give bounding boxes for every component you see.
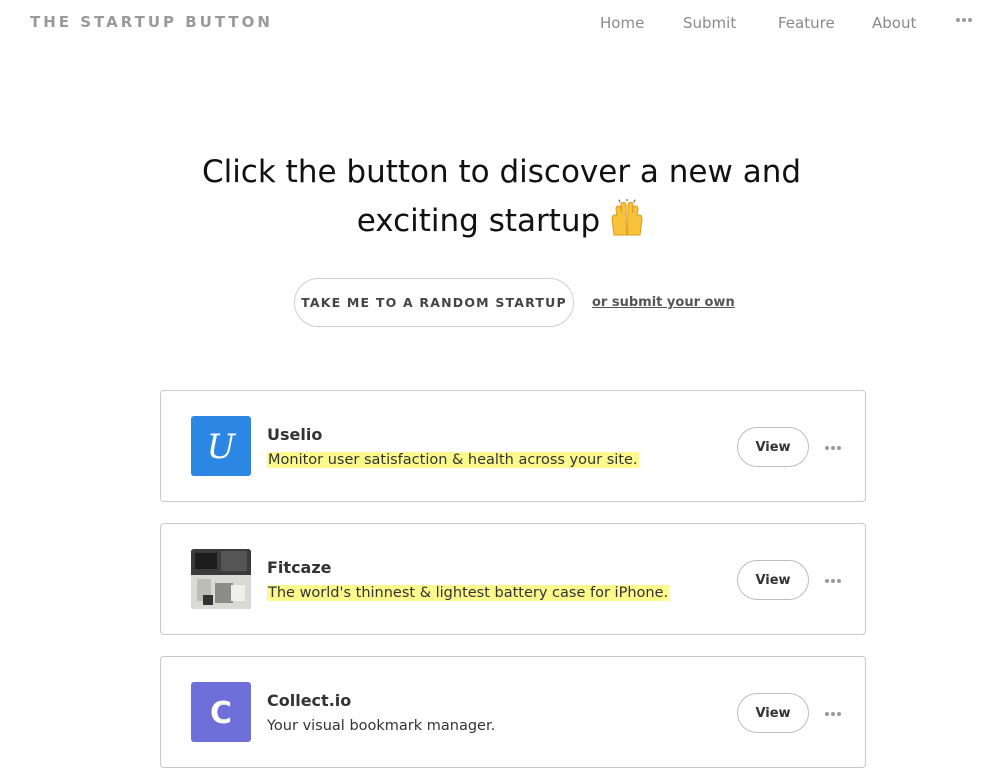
collectio-logo: C bbox=[191, 682, 251, 742]
nav-about[interactable]: About bbox=[872, 14, 916, 32]
startup-card-fitcaze: Fitcaze The world's thinnest & lightest … bbox=[160, 523, 866, 635]
hero-heading: Click the button to discover a new and e… bbox=[0, 148, 1003, 252]
view-button[interactable]: View bbox=[737, 560, 809, 600]
submit-your-own-link[interactable]: or submit your own bbox=[592, 295, 735, 310]
random-startup-button[interactable]: TAKE ME TO A RANDOM STARTUP bbox=[294, 278, 574, 327]
hero-line-2-text: exciting startup bbox=[356, 203, 601, 239]
view-button[interactable]: View bbox=[737, 693, 809, 733]
svg-text:U: U bbox=[207, 427, 237, 467]
startup-tagline: Your visual bookmark manager. bbox=[267, 718, 496, 734]
more-menu-icon[interactable] bbox=[952, 8, 976, 32]
uselio-logo: U bbox=[191, 416, 251, 476]
startup-card-uselio: U Uselio Monitor user satisfaction & hea… bbox=[160, 390, 866, 502]
card-more-icon[interactable] bbox=[821, 569, 845, 593]
view-button[interactable]: View bbox=[737, 427, 809, 467]
startup-card-collectio: C Collect.io Your visual bookmark manage… bbox=[160, 656, 866, 768]
startup-name[interactable]: Fitcaze bbox=[267, 558, 332, 577]
startup-tagline: Monitor user satisfaction & health acros… bbox=[267, 452, 639, 468]
nav-feature[interactable]: Feature bbox=[778, 14, 835, 32]
top-navigation-bar: THE STARTUP BUTTON Home Submit Feature A… bbox=[0, 0, 1003, 46]
site-logo[interactable]: THE STARTUP BUTTON bbox=[30, 13, 273, 31]
hero-line-1: Click the button to discover a new and bbox=[201, 154, 802, 190]
svg-text:C: C bbox=[210, 696, 232, 731]
fitcaze-photo-logo bbox=[191, 549, 251, 609]
hero-line-2: exciting startup bbox=[0, 197, 1003, 252]
card-more-icon[interactable] bbox=[821, 436, 845, 460]
nav-submit[interactable]: Submit bbox=[683, 14, 736, 32]
startup-name[interactable]: Uselio bbox=[267, 425, 322, 444]
startup-tagline: The world's thinnest & lightest battery … bbox=[267, 585, 670, 601]
raising-hands-emoji-icon bbox=[608, 198, 646, 252]
card-more-icon[interactable] bbox=[821, 702, 845, 726]
nav-home[interactable]: Home bbox=[600, 14, 644, 32]
startup-name[interactable]: Collect.io bbox=[267, 691, 351, 710]
